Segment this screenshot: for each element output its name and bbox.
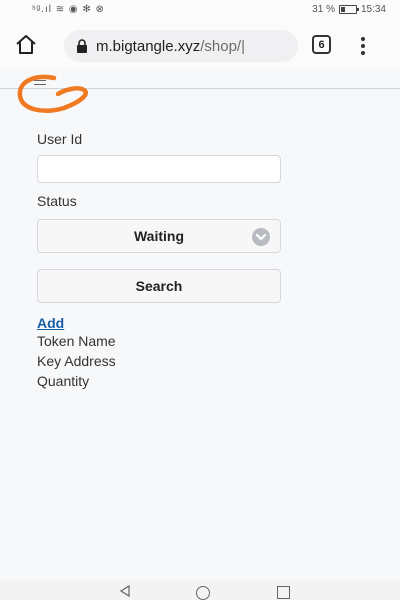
- annotation-circle: [17, 74, 88, 113]
- status-select[interactable]: Waiting: [37, 219, 281, 253]
- recent-apps-icon[interactable]: [277, 586, 290, 599]
- clock: 15:34: [360, 4, 386, 15]
- lock-icon: [77, 39, 87, 53]
- address-bar[interactable]: m.bigtangle.xyz/shop/|: [64, 30, 298, 62]
- tabs-icon[interactable]: 6: [312, 35, 331, 54]
- url-host: m.bigtangle.xyz: [96, 37, 201, 55]
- token-name-label: Token Name: [37, 333, 116, 349]
- key-address-label: Key Address: [37, 353, 116, 369]
- menu-kebab-icon[interactable]: [358, 35, 368, 57]
- quantity-label: Quantity: [37, 373, 90, 389]
- status-bar: ˢᵍ.ıl ≋ ◉ ✻ ⊗ 31 % 15:34: [0, 0, 400, 22]
- battery-icon: [338, 5, 359, 14]
- search-button[interactable]: Search: [37, 269, 281, 303]
- battery-percent: 31 %: [312, 4, 335, 15]
- status-selected-value: Waiting: [133, 228, 185, 244]
- chevron-down-icon: [252, 228, 270, 246]
- home-icon[interactable]: [14, 33, 38, 57]
- status-icons: ˢᵍ.ıl ≋ ◉ ✻ ⊗: [32, 4, 105, 15]
- back-icon[interactable]: [118, 584, 132, 598]
- home-circle-icon[interactable]: [196, 586, 210, 600]
- url-path: /shop/|: [200, 37, 245, 55]
- page-content: User Id Status Waiting Search Add Token …: [0, 70, 400, 580]
- user-id-label: User Id: [37, 131, 83, 147]
- system-nav-bar: [0, 580, 400, 600]
- user-id-input[interactable]: [37, 155, 281, 183]
- status-label: Status: [37, 193, 77, 209]
- add-link[interactable]: Add: [37, 315, 64, 331]
- status-right: 31 % 15:34: [312, 4, 386, 15]
- url-text: m.bigtangle.xyz/shop/|: [96, 38, 245, 55]
- browser-toolbar: m.bigtangle.xyz/shop/| 6: [0, 22, 400, 70]
